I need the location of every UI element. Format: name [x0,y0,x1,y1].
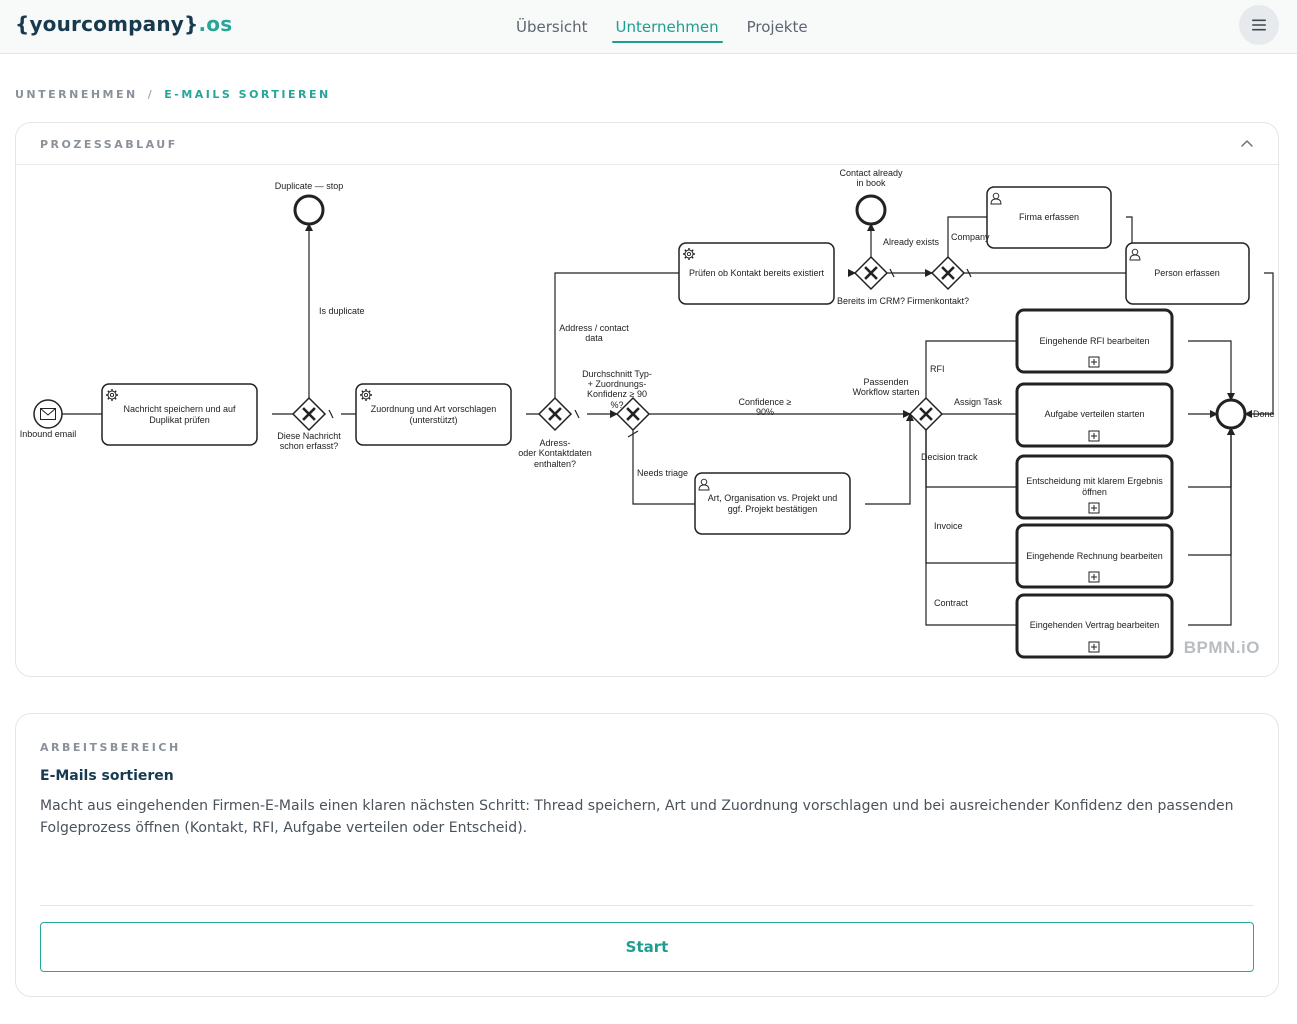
label-task-firma: Firma erfassen [1019,212,1079,222]
end-event-duplicate[interactable] [293,194,325,226]
label-sub-task: Aufgabe verteilen starten [1044,409,1144,419]
process-card-header[interactable]: PROZESSABLAUF [16,123,1278,165]
label-flow-contract: Contract [934,598,969,608]
workspace-card: ARBEITSBEREICH E-Mails sortieren Macht a… [15,713,1279,997]
label-sub-rfi: Eingehende RFI bearbeiten [1039,336,1149,346]
label-end-done: Done [1253,409,1275,419]
subprocess-plus-icon [1088,502,1100,514]
label-gw-confidence-2: + Zuordnungs- [588,379,647,389]
bpmn-io-logo[interactable]: BPMN.iO [1184,638,1260,658]
label-sub-contract: Eingehenden Vertrag bearbeiten [1030,620,1160,630]
label-gw-confidence-4: %? [610,400,623,410]
label-gw-address-3: enthalten? [534,459,576,469]
workspace-divider [40,905,1254,906]
label-start-event: Inbound email [20,429,77,439]
label-gw-workflow-1: Passenden [863,377,908,387]
label-gw-duplicate-1: Diese Nachricht [277,431,341,441]
logo-main: {yourcompany} [15,12,199,36]
label-flow-is-duplicate: Is duplicate [319,306,365,316]
label-sub-decision-2: öffnen [1082,487,1107,497]
workspace-title: E-Mails sortieren [40,768,174,784]
label-sub-invoice: Eingehende Rechnung bearbeiten [1026,551,1163,561]
gateway-workflow[interactable] [908,396,944,432]
breadcrumb-current: E-MAILS SORTIEREN [164,88,331,101]
gateway-company[interactable] [930,255,966,291]
bpmn-diagram: Inbound email Duplicate — stop Contact a… [16,165,1279,677]
label-flow-rfi: RFI [930,364,945,374]
label-gw-workflow-2: Workflow starten [853,387,920,397]
label-task-store-2: Duplikat prüfen [149,415,210,425]
label-end-duplicate: Duplicate — stop [275,181,344,191]
label-flow-confidence-1: Confidence ≥ [739,397,792,407]
end-event-done[interactable] [1215,398,1247,430]
label-task-confirm-1: Art, Organisation vs. Projekt und [708,493,838,503]
label-gw-duplicate-2: schon erfasst? [280,441,339,451]
subprocess-plus-icon [1088,571,1100,583]
label-task-assign-2: (unterstützt) [409,415,457,425]
subprocess-plus-icon [1088,430,1100,442]
label-end-contact-1: Contact already [839,168,903,178]
gateway-crm[interactable] [853,255,889,291]
start-event[interactable] [33,399,63,429]
label-task-person: Person erfassen [1154,268,1220,278]
label-gw-company: Firmenkontakt? [907,296,969,306]
hamburger-icon [1252,19,1266,31]
end-event-contact-exists[interactable] [855,194,887,226]
label-end-contact-2: in book [856,178,886,188]
label-flow-already-exists: Already exists [883,237,940,247]
label-sub-decision-1: Entscheidung mit klarem Ergebnis [1026,476,1163,486]
label-flow-address-2: data [585,333,603,343]
breadcrumb: UNTERNEHMEN / E-MAILS SORTIEREN [15,88,331,101]
subprocess-plus-icon [1088,356,1100,368]
label-task-assign-1: Zuordnung und Art vorschlagen [371,404,497,414]
tab-projekte[interactable]: Projekte [743,0,812,54]
label-gw-crm: Bereits im CRM? [837,296,905,306]
label-flow-assign-task: Assign Task [954,397,1002,407]
label-gw-confidence-3: Konfidenz ≥ 90 [587,389,647,399]
bpmn-canvas[interactable]: Inbound email Duplicate — stop Contact a… [16,165,1279,677]
workspace-description: Macht aus eingehenden Firmen-E-Mails ein… [40,798,1234,836]
label-task-check-contact: Prüfen ob Kontakt bereits existiert [689,268,825,278]
logo[interactable]: {yourcompany}.os [15,12,232,36]
label-gw-address-2: oder Kontaktdaten [518,448,592,458]
breadcrumb-separator: / [147,88,155,101]
label-task-store-1: Nachricht speichern und auf [123,404,236,414]
process-section-label: PROZESSABLAUF [40,138,178,151]
label-flow-needs-triage: Needs triage [637,468,688,478]
process-card: PROZESSABLAUF Inbound email Duplicate — … [15,122,1279,677]
start-button[interactable]: Start [40,922,1254,972]
label-task-confirm-2: ggf. Projekt bestätigen [728,504,818,514]
label-gw-address-1: Adress- [539,438,570,448]
tab-uebersicht[interactable]: Übersicht [512,0,592,54]
gateway-address[interactable] [537,396,573,432]
label-flow-address-1: Address / contact [559,323,629,333]
top-bar: {yourcompany}.os Übersicht Unternehmen P… [0,0,1297,54]
gateway-duplicate[interactable] [291,396,327,432]
main-nav: Übersicht Unternehmen Projekte [512,0,832,54]
label-flow-company: Company [951,232,990,242]
label-gw-confidence-1: Durchschnitt Typ- [582,369,652,379]
subprocess-plus-icon [1088,641,1100,653]
menu-button[interactable] [1239,5,1279,45]
label-flow-decision-track: Decision track [921,452,978,462]
label-flow-confidence-2: 90% [756,407,774,417]
logo-suffix: .os [198,12,233,36]
chevron-up-icon[interactable] [1238,135,1256,153]
breadcrumb-root[interactable]: UNTERNEHMEN [15,88,138,101]
label-flow-invoice: Invoice [934,521,963,531]
workspace-section-label: ARBEITSBEREICH [40,741,181,754]
tab-unternehmen[interactable]: Unternehmen [611,0,723,54]
